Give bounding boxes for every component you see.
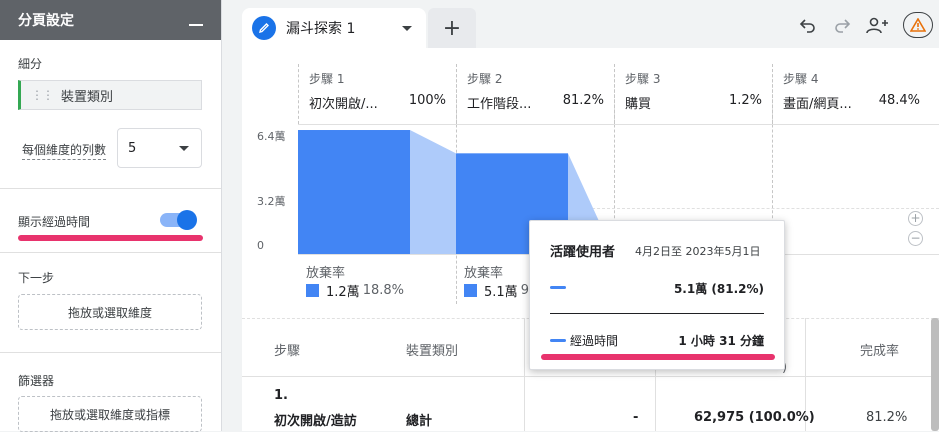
minimize-icon[interactable] (189, 24, 203, 26)
highlight-underline (541, 354, 775, 360)
abandon-label: 放棄率 (464, 266, 504, 281)
tooltip-date-range: 4月2日至 2023年5月1日 (635, 245, 761, 258)
tooltip-title: 活躍使用者 (550, 245, 616, 260)
column-header-completion[interactable]: 完成率 (860, 340, 899, 359)
next-step-drop-zone[interactable]: 拖放或選取維度 (18, 294, 202, 330)
table-step-number: 1. (274, 388, 288, 403)
series-line-icon (550, 286, 566, 289)
abandon-value: 1.2萬 18.8% (306, 281, 404, 300)
tab-settings-panel: 分頁設定 細分 ⋮⋮ 裝置類別 每個維度的列數 5 顯示經過時間 下一步 拖放或… (0, 0, 222, 432)
undo-icon[interactable] (795, 12, 821, 38)
series-line-icon (550, 339, 566, 342)
divider (0, 352, 221, 353)
warning-icon[interactable] (903, 12, 933, 38)
table-divider (242, 376, 939, 377)
column-header-step[interactable]: 步驟 (274, 340, 300, 359)
abandonment-area[interactable] (410, 130, 456, 254)
redo-icon[interactable] (829, 12, 855, 38)
filters-label: 篩選器 (18, 374, 55, 388)
rows-select-value: 5 (128, 140, 137, 156)
rows-per-dimension-label: 每個維度的列數 (22, 141, 107, 160)
tooltip-elapsed-value: 1 小時 31 分鐘 (678, 334, 764, 348)
abandon-count: 5.1萬 (484, 285, 518, 300)
abandon-label: 放棄率 (306, 266, 346, 281)
toggle-knob[interactable] (177, 210, 197, 230)
funnel-bar[interactable] (298, 130, 410, 254)
breakdown-label: 細分 (18, 57, 43, 71)
table-step-name: 初次開啟/造訪 (274, 414, 357, 429)
scrollbar[interactable] (931, 318, 939, 431)
chart-tooltip: 活躍使用者 4月2日至 2023年5月1日 5.1萬 (81.2%) 經過時間 … (529, 220, 785, 370)
table-cell: 62,975 (100.0%) (694, 410, 815, 425)
panel-title: 分頁設定 (18, 13, 74, 29)
tab-label: 漏斗探索 1 (286, 21, 356, 37)
show-elapsed-time-label: 顯示經過時間 (18, 215, 91, 229)
tab-funnel-exploration[interactable]: 漏斗探索 1 (242, 8, 426, 48)
legend-swatch (464, 284, 477, 297)
abandon-count: 1.2萬 (326, 285, 360, 300)
drag-handle-icon[interactable]: ⋮⋮ (31, 88, 54, 102)
tooltip-separator (550, 313, 764, 314)
abandon-pct: 18.8% (362, 283, 404, 298)
panel-header: 分頁設定 (0, 0, 221, 40)
column-divider (524, 318, 525, 431)
highlight-underline (18, 235, 203, 241)
filters-drop-zone[interactable]: 拖放或選取維度或指標 (18, 396, 202, 432)
table-device: 總計 (406, 414, 433, 429)
tooltip-elapsed-label: 經過時間 (570, 334, 619, 348)
divider (0, 188, 221, 189)
legend-swatch (306, 284, 319, 297)
chevron-down-icon (179, 145, 189, 151)
breakdown-value: 裝置類別 (61, 89, 114, 105)
zoom-out-icon[interactable]: − (908, 231, 923, 246)
share-user-icon[interactable] (865, 12, 891, 38)
pencil-icon[interactable] (252, 16, 276, 40)
table-completion: 81.2% (866, 410, 908, 425)
column-header-device[interactable]: 裝置類別 (406, 340, 458, 359)
plus-icon: + (442, 15, 462, 41)
divider (0, 252, 221, 253)
chevron-down-icon[interactable] (402, 25, 412, 31)
elapsed-time-toggle[interactable] (160, 210, 197, 230)
add-tab-button[interactable]: + (428, 8, 476, 48)
tooltip-value: 5.1萬 (81.2%) (673, 282, 764, 296)
breakdown-chip[interactable]: ⋮⋮ 裝置類別 (18, 80, 202, 110)
zoom-in-icon[interactable]: + (908, 211, 923, 226)
rows-per-dimension-select[interactable]: 5 (117, 128, 202, 168)
next-step-label: 下一步 (18, 271, 55, 285)
table-cell: - (633, 410, 639, 425)
